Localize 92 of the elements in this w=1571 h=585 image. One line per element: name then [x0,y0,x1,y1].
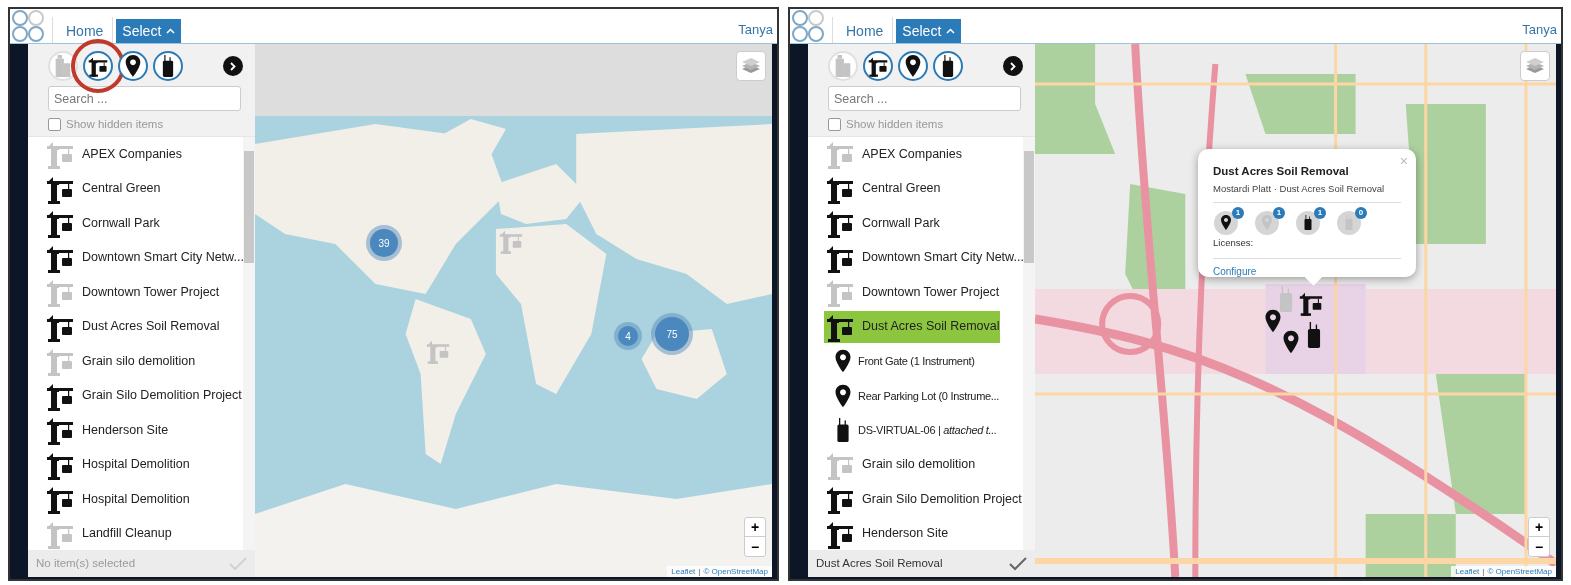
list-item[interactable]: Cornwall Park [862,213,940,233]
list-item[interactable]: Central Green [862,179,941,199]
list-item[interactable]: Rear Parking Lot (0 Instrume... [858,387,1000,404]
filter-button[interactable] [933,51,963,81]
nav-tab[interactable]: Select [116,19,182,43]
crane-icon [88,55,108,77]
list-item[interactable]: Front Gate (1 Instrument) [858,353,975,370]
layers-button[interactable] [736,51,766,81]
count-bubble: 1 [1273,206,1285,219]
nav-tab[interactable]: Home [840,19,890,43]
list-item[interactable]: Downtown Smart City Netw... [82,248,244,268]
map-pin-icon [903,55,923,77]
list-item[interactable]: Dust Acres Soil Removal [862,317,1000,337]
count-bubble: 0 [1355,206,1367,219]
cluster-marker[interactable]: 4 [614,322,642,350]
list-item[interactable]: Hospital Demolition [82,489,190,509]
caret-up-icon [166,28,176,34]
list-item[interactable]: Dust Acres Soil Removal [82,317,220,337]
filter-button[interactable] [898,51,928,81]
selection-status: Dust Acres Soil Removal [816,555,943,571]
filter-button[interactable] [83,51,113,81]
attribution-link[interactable]: © OpenStreetMap [1487,566,1552,577]
checkbox[interactable] [828,118,841,132]
list-item[interactable]: Downtown Tower Project [862,282,1000,302]
caret-up-icon [946,28,956,34]
chevron-right-icon [230,61,236,71]
list-item[interactable]: Downtown Smart City Netw... [862,248,1024,268]
map-pin-icon [1261,215,1273,230]
checkbox-label: Show hidden items [66,117,164,132]
list-item[interactable]: Grain Silo Demolition Project [862,489,1022,509]
list-item[interactable]: Downtown Tower Project [82,282,220,302]
popup-subtitle: Mostardi Platt · Dust Acres Soil Removal [1213,182,1401,203]
list-item[interactable]: APEX Companies [82,144,183,164]
next-arrow-button[interactable] [1003,56,1023,76]
list-item[interactable]: Hospital Demolition [82,455,190,475]
cluster-marker[interactable]: 39 [366,225,402,261]
attribution-link[interactable]: Leaflet [671,566,696,577]
building-icon [53,55,73,77]
attribution-separator: | [1482,566,1485,577]
layers-button[interactable] [1520,51,1550,81]
user-name[interactable]: Tanya [738,19,773,39]
map-pin-icon [123,55,143,77]
licenses-label: Licenses: [1213,235,1401,259]
list-item[interactable]: DS-VIRTUAL-06 | attached t... [858,422,997,439]
search-field[interactable]: Search ... [828,86,1021,111]
count-bubble: 1 [1314,206,1326,219]
configure-link[interactable]: Configure [1213,263,1401,279]
search-field[interactable]: Search ... [48,86,241,111]
filter-button[interactable] [153,51,183,81]
popup-title: Dust Acres Soil Removal [1213,164,1350,179]
checkbox-label: Show hidden items [846,117,944,132]
nav-tab[interactable]: Home [60,19,110,43]
scrollbar[interactable] [243,137,255,550]
list-item[interactable]: Grain silo demolition [862,455,976,475]
zoom-out-button[interactable]: − [745,537,765,556]
zoom-out-button[interactable]: − [1529,537,1549,556]
checkbox[interactable] [48,118,61,132]
selection-status: No item(s) selected [36,555,136,571]
filter-button[interactable] [118,51,148,81]
attribution-link[interactable]: © OpenStreetMap [703,566,768,577]
attribution-separator: | [698,566,701,577]
zoom-in-button[interactable]: + [1529,518,1549,537]
layers-icon [1525,57,1545,75]
list-item[interactable]: Grain silo demolition [82,351,196,371]
count-bubble: 1 [1232,206,1244,219]
nav-tab[interactable]: Select [896,19,962,43]
attribution-link[interactable]: Leaflet [1455,566,1480,577]
list-item[interactable]: Cornwall Park [82,213,160,233]
zoom-in-button[interactable]: + [745,518,765,537]
list-item[interactable]: Henderson Site [82,420,169,440]
map-view[interactable]: 39 4 75 + − Leaflet | © OpenStreetMap [255,44,772,577]
filter-button[interactable] [863,51,893,81]
next-arrow-button[interactable] [223,56,243,76]
list-item[interactable]: Central Green [82,179,161,199]
radio-device-icon [1343,215,1355,230]
crane-icon [868,55,888,77]
map-view[interactable]: × Dust Acres Soil Removal Mostardi Platt · Dust Acres Soil Removal 1 1 1 0 Licenses: Configure + − Leaflet | © OpenStreetMap [1035,44,1556,577]
checkmark-icon[interactable] [1009,556,1027,571]
building-icon [833,55,853,77]
user-name[interactable]: Tanya [1522,19,1557,39]
map-pin-icon [1220,215,1232,230]
cluster-marker[interactable]: 75 [651,313,693,355]
list-item[interactable]: Henderson Site [862,524,949,544]
logo-icon [791,9,825,43]
layers-icon [741,57,761,75]
logo-icon [11,9,45,43]
list-item[interactable]: Landfill Cleanup [82,524,172,544]
list-item[interactable]: Grain Silo Demolition Project [82,386,242,406]
chevron-right-icon [1010,61,1016,71]
scrollbar[interactable] [1023,137,1035,550]
radio-device-icon [1302,215,1314,230]
list-item[interactable]: APEX Companies [862,144,963,164]
